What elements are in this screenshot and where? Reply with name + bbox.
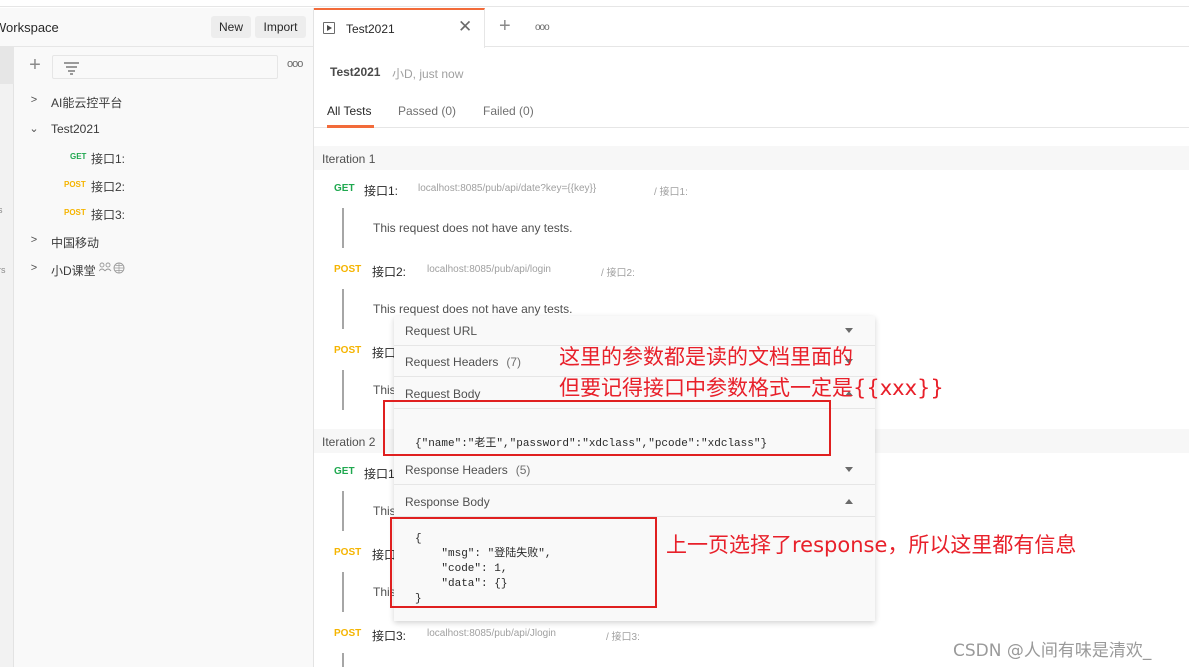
- top-strip: [0, 0, 1189, 7]
- request-method: GET: [70, 152, 87, 161]
- collection-label: Test2021: [51, 122, 100, 136]
- filter-input[interactable]: [52, 55, 278, 79]
- no-tests-message: [342, 653, 942, 667]
- app-window: Workspace New Import s rs + ooo > A: [0, 0, 1189, 667]
- tab-passed[interactable]: Passed (0): [398, 104, 456, 118]
- request-item[interactable]: GET 接口1:: [15, 147, 305, 167]
- no-tests-text: This request does not have any tests.: [373, 221, 573, 235]
- request-result-row[interactable]: GET 接口1: localhost:8085/pub/api/date?key…: [314, 180, 1189, 200]
- chevron-down-icon[interactable]: ⌄: [29, 122, 39, 135]
- request-method: POST: [64, 208, 86, 217]
- request-name: 接口1:: [364, 184, 399, 198]
- request-method: GET: [334, 183, 355, 194]
- active-tab-indicator: [327, 125, 374, 128]
- filter-icon: [64, 62, 79, 75]
- tab-all-tests[interactable]: All Tests: [327, 104, 371, 118]
- tab-label: Test2021: [346, 22, 395, 36]
- request-label: 接口2:: [91, 180, 126, 194]
- runner-icon: [323, 22, 335, 34]
- section-label: Request Body: [405, 387, 481, 401]
- close-icon[interactable]: ✕: [458, 18, 472, 35]
- collections-panel: + ooo > AI能云控平台 ⌄ Test2021 GET 接口1: POST…: [15, 48, 313, 667]
- section-label-text: Response Headers: [405, 463, 508, 477]
- collection-item[interactable]: > 中国移动: [15, 231, 305, 251]
- collection-label: AI能云控平台: [51, 96, 123, 110]
- run-title: Test2021: [330, 65, 381, 79]
- response-body-text: { "msg": "登陆失败", "code": 1, "data": {} }: [415, 533, 552, 605]
- headers-count: (5): [515, 463, 531, 477]
- request-result-row[interactable]: POST 接口2: localhost:8085/pub/api/login /…: [314, 261, 1189, 281]
- no-tests-message: This request does not have any tests.: [342, 208, 942, 248]
- response-body-section[interactable]: Response Body: [394, 487, 875, 517]
- rail-label[interactable]: rs: [0, 265, 6, 275]
- more-options-icon[interactable]: ooo: [287, 58, 303, 70]
- tab-test2021[interactable]: Test2021 ✕: [314, 8, 485, 48]
- request-url: localhost:8085/pub/api/login: [427, 264, 551, 275]
- run-meta: 小D, just now: [392, 67, 464, 81]
- request-path: / 接口3:: [606, 632, 640, 643]
- watermark: CSDN @人间有味是清欢_: [953, 641, 1152, 661]
- request-method: POST: [334, 628, 362, 639]
- request-path: / 接口2:: [601, 268, 635, 279]
- chevron-right-icon[interactable]: >: [29, 262, 39, 274]
- sidebar: Workspace New Import s rs + ooo > A: [0, 8, 314, 667]
- section-label: Response Body: [405, 495, 490, 509]
- annotation-note: 这里的参数都是读的文档里面的: [559, 345, 853, 369]
- request-name: 接口2:: [372, 265, 407, 279]
- chevron-right-icon[interactable]: >: [29, 234, 39, 246]
- left-rail: s rs: [0, 47, 14, 667]
- collection-item[interactable]: > 小D课堂: [15, 259, 305, 279]
- iteration-header[interactable]: Iteration 1: [314, 146, 1189, 170]
- request-url: localhost:8085/pub/api/Jlogin: [427, 628, 556, 639]
- caret-down-icon[interactable]: [845, 328, 853, 333]
- tab-bar: Test2021 ✕ + ooo: [314, 8, 1189, 48]
- new-button[interactable]: New: [211, 16, 251, 38]
- annotation-note: 上一页选择了response，所以这里都有信息: [666, 533, 1077, 557]
- result-tabs: All Tests Passed (0) Failed (0): [314, 96, 1189, 128]
- import-button[interactable]: Import: [255, 16, 306, 38]
- response-headers-section[interactable]: Response Headers (5): [394, 455, 875, 485]
- section-label: Request URL: [405, 324, 478, 338]
- request-name: 接口1: [364, 467, 395, 481]
- request-method: POST: [334, 264, 362, 275]
- rail-label[interactable]: s: [0, 205, 3, 215]
- request-path: / 接口1:: [654, 187, 688, 198]
- annotation-note: 但要记得接口中参数格式一定是{{xxx}}: [559, 376, 944, 400]
- request-label: 接口1:: [91, 152, 126, 166]
- shared-globe-icon: [98, 262, 125, 277]
- caret-down-icon[interactable]: [845, 467, 853, 472]
- request-method: POST: [64, 180, 86, 189]
- section-label: Response Headers (5): [405, 463, 530, 477]
- collection-item[interactable]: > AI能云控平台: [15, 91, 305, 111]
- collection-label: 中国移动: [51, 236, 100, 250]
- collection-label: 小D课堂: [51, 264, 96, 278]
- add-collection-icon[interactable]: +: [27, 55, 43, 75]
- request-body-text: {"name":"老王","password":"xdclass","pcode…: [415, 438, 768, 450]
- rail-active-item[interactable]: [0, 47, 14, 84]
- request-method: GET: [334, 466, 355, 477]
- request-item[interactable]: POST 接口2:: [15, 175, 305, 195]
- request-label: 接口3:: [91, 208, 126, 222]
- add-tab-icon[interactable]: +: [499, 16, 511, 36]
- section-label: Request Headers (7): [405, 355, 521, 369]
- request-name: 接口: [372, 548, 397, 562]
- chevron-right-icon[interactable]: >: [29, 94, 39, 106]
- collection-item[interactable]: ⌄ Test2021: [15, 119, 305, 139]
- tab-failed[interactable]: Failed (0): [483, 104, 534, 118]
- request-url-section[interactable]: Request URL: [394, 316, 875, 346]
- section-label-text: Request Headers: [405, 355, 499, 369]
- request-name: 接口3:: [372, 629, 407, 643]
- request-item[interactable]: POST 接口3:: [15, 203, 305, 223]
- caret-up-icon[interactable]: [845, 499, 853, 504]
- request-method: POST: [334, 345, 362, 356]
- workspace-header: Workspace New Import: [0, 8, 313, 47]
- request-url: localhost:8085/pub/api/date?key={{key}}: [418, 183, 597, 194]
- no-tests-text: This request does not have any tests.: [373, 302, 573, 316]
- request-method: POST: [334, 547, 362, 558]
- more-tabs-icon[interactable]: ooo: [535, 22, 550, 33]
- workspace-title: Workspace: [0, 20, 59, 35]
- headers-count: (7): [506, 355, 522, 369]
